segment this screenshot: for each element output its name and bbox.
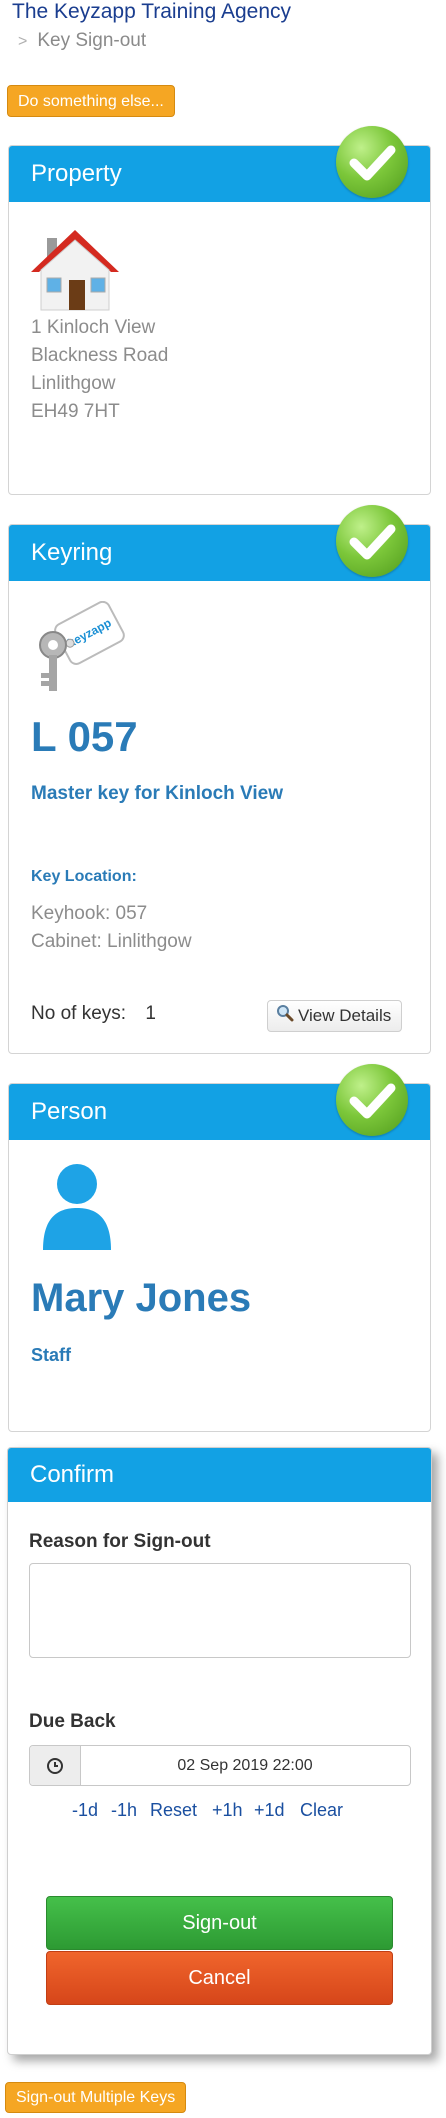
key-description: Master key for Kinloch View — [31, 783, 284, 804]
due-back-value: 02 Sep 2019 22:00 — [177, 1757, 313, 1774]
clock-icon — [46, 1757, 64, 1780]
cabinet-value: Cabinet: Linlithgow — [31, 931, 192, 952]
cancel-button[interactable]: Cancel — [46, 1951, 393, 2005]
person-role: Staff — [31, 1345, 71, 1365]
plus-1h-link[interactable]: +1h — [212, 1800, 243, 1821]
property-address: 1 Kinloch View Blackness Road Linlithgow… — [31, 314, 168, 426]
person-card: Person Mary Jones Staff — [8, 1064, 431, 1432]
agency-name[interactable]: The Keyzapp Training Agency — [12, 0, 291, 24]
minus-1d-link[interactable]: -1d — [72, 1800, 98, 1821]
breadcrumb-current: Key Sign-out — [37, 30, 147, 51]
keyhook-value: Keyhook: 057 — [31, 903, 148, 924]
address-line: EH49 7HT — [31, 401, 120, 422]
view-details-label: View Details — [298, 1006, 392, 1025]
key-location-label: Key Location: — [31, 868, 137, 885]
property-title: Property — [31, 160, 122, 187]
magnifier-icon — [276, 1002, 294, 1032]
clear-link[interactable]: Clear — [300, 1800, 343, 1821]
minus-1h-link[interactable]: -1h — [111, 1800, 137, 1821]
property-card: Property 1 Kinloch View Blackness Road L… — [8, 126, 431, 495]
sign-out-button[interactable]: Sign-out — [46, 1896, 393, 1950]
plus-1d-link[interactable]: +1d — [254, 1800, 285, 1821]
keys-count-row: No of keys: 1 — [31, 1003, 156, 1025]
key-code: L 057 — [31, 713, 138, 760]
sign-out-multiple-button[interactable]: Sign-out Multiple Keys — [5, 2082, 187, 2113]
reason-label: Reason for Sign-out — [29, 1531, 211, 1552]
due-back-field[interactable]: 02 Sep 2019 22:00 — [29, 1745, 411, 1786]
view-details-button[interactable]: View Details — [267, 1000, 403, 1032]
reason-textarea[interactable] — [29, 1563, 411, 1658]
keyring-card: Keyring keyzapp L 057 Master key for Kin… — [8, 505, 431, 1054]
key-tag-icon: keyzapp — [27, 600, 127, 701]
keys-count-label: No of keys: — [31, 1003, 127, 1024]
check-icon — [336, 1064, 408, 1136]
reset-link[interactable]: Reset — [150, 1800, 197, 1821]
confirm-card-header: Confirm — [8, 1448, 431, 1502]
confirm-card: Confirm Reason for Sign-out Due Back 02 … — [7, 1447, 432, 2055]
keyring-title: Keyring — [31, 539, 113, 566]
person-name: Mary Jones — [31, 1276, 252, 1320]
address-line: 1 Kinloch View — [31, 317, 156, 338]
check-icon — [336, 126, 408, 198]
breadcrumb: > Key Sign-out — [18, 30, 146, 52]
do-something-else-button[interactable]: Do something else... — [7, 85, 175, 117]
person-title: Person — [31, 1098, 108, 1125]
keys-count-value: 1 — [145, 1003, 156, 1024]
person-icon — [39, 1160, 115, 1252]
house-icon — [29, 226, 121, 312]
check-icon — [336, 505, 408, 577]
address-line: Linlithgow — [31, 373, 116, 394]
due-back-label: Due Back — [29, 1711, 116, 1732]
date-addon[interactable] — [30, 1746, 81, 1785]
confirm-title: Confirm — [30, 1461, 115, 1488]
address-line: Blackness Road — [31, 345, 169, 366]
breadcrumb-separator: > — [18, 33, 28, 50]
